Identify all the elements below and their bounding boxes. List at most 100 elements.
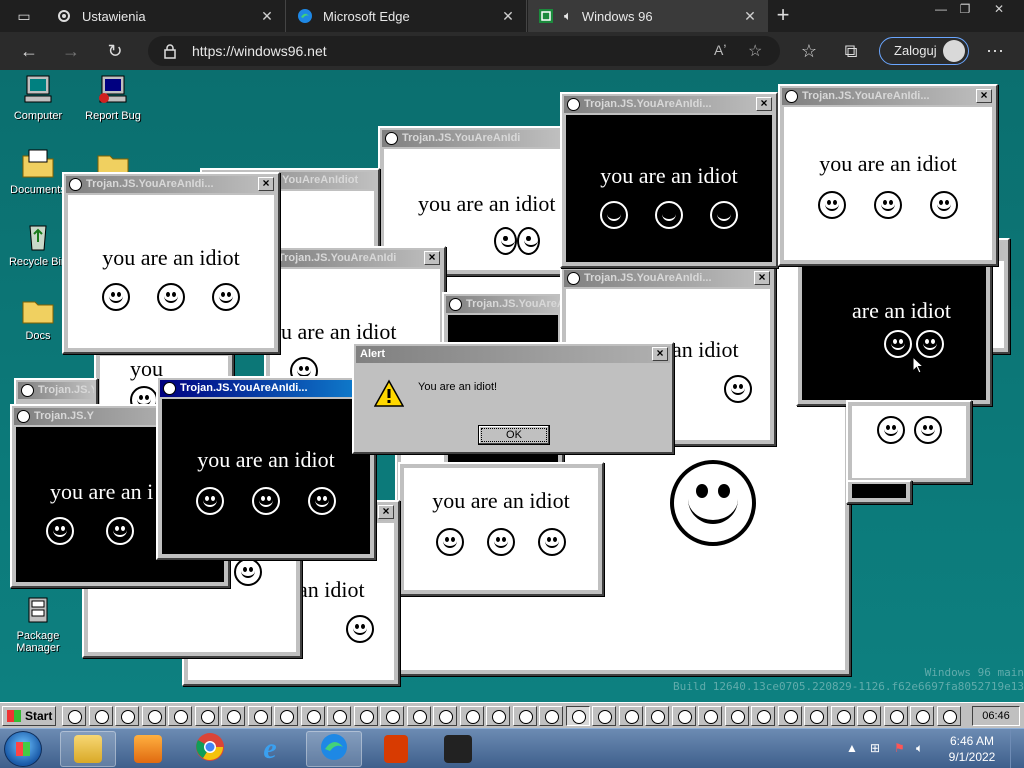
chrome-taskbar-button[interactable]	[182, 731, 238, 767]
window-content: you are an idiot	[784, 107, 992, 260]
taskbar-window-button[interactable]	[936, 706, 961, 726]
taskbar-window-button[interactable]	[194, 706, 219, 726]
idiot-window-active[interactable]: Trojan.JS.YouAreAnIdi... × you are an id…	[156, 376, 376, 560]
media-player-taskbar-button[interactable]	[120, 731, 176, 767]
taskbar-window-button[interactable]	[645, 706, 669, 726]
lock-icon[interactable]	[162, 43, 178, 59]
ok-button[interactable]: OK	[478, 425, 550, 445]
explorer-taskbar-button[interactable]	[60, 731, 116, 767]
taskbar-window-button[interactable]	[777, 706, 802, 726]
add-favorite-icon[interactable]: ☆	[748, 41, 762, 61]
taskbar-window-button[interactable]	[565, 706, 590, 726]
start-orb-button[interactable]	[4, 731, 42, 767]
idiot-window[interactable]	[846, 480, 912, 504]
taskbar-window-button[interactable]	[751, 706, 775, 726]
idiot-window[interactable]	[846, 400, 972, 484]
speaker-icon[interactable]: 🔈︎	[564, 8, 572, 24]
smiley-row	[784, 191, 992, 219]
close-window-button[interactable]: ×	[378, 505, 394, 519]
office-icon	[384, 735, 408, 763]
tab-microsoft-edge[interactable]: Microsoft Edge ✕	[287, 0, 527, 32]
idiot-message: an idiot	[298, 577, 365, 602]
taskbar-window-button[interactable]	[141, 706, 166, 726]
taskbar-window-button[interactable]	[380, 706, 404, 726]
tab-ustawienia[interactable]: Ustawienia ✕	[46, 0, 286, 32]
forward-icon[interactable]: →	[58, 38, 84, 64]
close-window-button[interactable]: ×	[258, 177, 274, 191]
taskbar-window-button[interactable]	[539, 706, 563, 726]
more-options-icon[interactable]: ⋯	[982, 38, 1008, 64]
close-tab-icon[interactable]: ✕	[742, 8, 758, 24]
taskbar-window-button[interactable]	[857, 706, 881, 726]
taskbar-window-button[interactable]	[115, 706, 139, 726]
refresh-icon[interactable]: ↻	[102, 38, 128, 64]
favorites-icon[interactable]: ☆	[796, 38, 822, 64]
volume-icon[interactable]: 🔈︎	[916, 741, 923, 756]
close-window-button[interactable]: ×	[756, 97, 772, 111]
taskbar-window-button[interactable]	[724, 706, 749, 726]
taskbar-window-button[interactable]	[88, 706, 113, 726]
ie-taskbar-button[interactable]: e	[242, 731, 298, 767]
close-window-button[interactable]: ×	[424, 251, 440, 265]
office-taskbar-button[interactable]	[368, 731, 424, 767]
idiot-window[interactable]: Trojan.JS.YouAreAnIdi... × you are an id…	[62, 172, 280, 354]
alert-dialog[interactable]: Alert × You are an idiot! OK	[352, 342, 674, 454]
window-title-text: Trojan.JS.YouAreAn	[466, 298, 560, 310]
taskbar-window-button[interactable]	[592, 706, 616, 726]
close-window-button[interactable]: ×	[754, 271, 770, 285]
close-window-button[interactable]: ×	[976, 89, 992, 103]
taskbar-window-button[interactable]	[406, 706, 431, 726]
idiot-window[interactable]: Trojan.JS.YouAreAnIdi... × you are an id…	[778, 84, 998, 266]
taskbar-window-button[interactable]	[910, 706, 934, 726]
taskbar-window-button[interactable]	[671, 706, 696, 726]
taskbar-window-button[interactable]	[698, 706, 722, 726]
idiot-window[interactable]: Trojan.JS.YouAreAnIdi... × you are an id…	[560, 92, 778, 268]
new-tab-button[interactable]: +	[770, 4, 796, 28]
close-window-button[interactable]: ✕	[984, 0, 1014, 18]
start-button[interactable]: Start	[2, 706, 56, 726]
restore-button[interactable]: ❐	[950, 0, 980, 18]
close-tab-icon[interactable]: ✕	[259, 8, 275, 24]
taskbar-window-button[interactable]	[221, 706, 245, 726]
taskbar-window-button[interactable]	[459, 706, 484, 726]
tab-windows-96[interactable]: 🔈︎ Windows 96 ✕	[528, 0, 768, 32]
taskbar-window-button[interactable]	[353, 706, 378, 726]
edge-taskbar-button[interactable]	[306, 731, 362, 767]
taskbar-window-button[interactable]	[300, 706, 325, 726]
address-bar[interactable]: https://windows96.net A︎ʼ ☆	[148, 36, 780, 66]
show-hidden-icons[interactable]: ▲	[846, 741, 858, 755]
desktop-icon-report-bug[interactable]: Report Bug	[78, 74, 148, 122]
tab-actions-icon[interactable]: ▭	[12, 3, 36, 29]
taskbar-window-button[interactable]	[168, 706, 192, 726]
back-icon[interactable]: ←	[16, 38, 42, 64]
taskbar-window-button[interactable]	[247, 706, 272, 726]
taskbar-window-button[interactable]	[883, 706, 908, 726]
taskbar-window-button[interactable]	[327, 706, 351, 726]
taskbar-window-button[interactable]	[486, 706, 510, 726]
show-desktop-button[interactable]	[1010, 729, 1024, 768]
smiley-window-icon	[785, 90, 798, 103]
network-icon[interactable]: ⊞	[870, 741, 880, 755]
read-aloud-icon[interactable]: A︎ʼ	[714, 42, 726, 58]
app-taskbar-button[interactable]	[430, 731, 486, 767]
close-tab-icon[interactable]: ✕	[500, 8, 516, 24]
taskbar-window-button[interactable]	[830, 706, 855, 726]
desktop-icon-computer[interactable]: Computer	[3, 74, 73, 122]
taskbar-window-button[interactable]	[804, 706, 828, 726]
idiot-window[interactable]: you are an idiot	[398, 462, 604, 596]
close-alert-button[interactable]: ×	[652, 347, 668, 361]
taskbar-window-button[interactable]	[274, 706, 298, 726]
taskbar-window-button[interactable]	[618, 706, 643, 726]
taskbar-window-button[interactable]	[433, 706, 457, 726]
window-title-text: Trojan.JS.YouAreAnIdi...	[584, 272, 712, 284]
collections-icon[interactable]: ⧉	[838, 38, 864, 64]
sign-in-button[interactable]: Zaloguj	[879, 37, 969, 65]
desktop-icon-package-manager[interactable]: Package Manager	[3, 594, 73, 654]
window-title-text: Trojan.JS.YouAreAnIdi...	[180, 382, 308, 394]
idiot-window[interactable]: are an idiot	[796, 256, 992, 406]
window-title-text: Trojan.JS.YouAreAnIdi	[278, 252, 397, 264]
taskbar-window-button[interactable]	[512, 706, 537, 726]
system-clock[interactable]: 6:46 AM 9/1/2022	[942, 733, 1002, 765]
action-center-icon[interactable]: ⚑	[894, 741, 905, 755]
taskbar-window-button[interactable]	[62, 706, 86, 726]
